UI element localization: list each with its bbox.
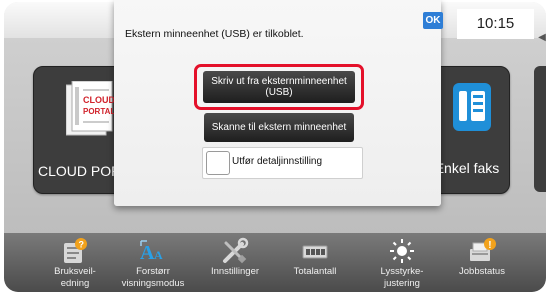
bottom-nav-item[interactable]: ! Jobbstatus [442,237,522,292]
cloud-logo-line2: PORTAL [83,107,115,116]
cloud-logo-line1: CLOUD [83,95,115,105]
bottom-nav-label: Forstørr visningsmodus [121,266,185,289]
bottom-nav-label: Bruksveil- edning [54,266,96,289]
bottom-nav-label: Innstillinger [210,266,260,277]
print-from-usb-label: Skriv ut fra eksternminneenhet (USB) [211,76,347,98]
detail-setting-label: Utfør detaljinnstilling [232,156,323,167]
device-screen: CLOUD PORTAL CLOUD POR Enkel faks ▶ [0,0,550,297]
cloud-portal-label: CLOUD POR [38,163,122,179]
bottom-nav-bar: ? Bruksveil- edning A A Forstørr visningsmod… [4,233,546,292]
tools-icon [220,237,250,265]
detail-setting-checkbox[interactable] [206,151,230,175]
bottom-nav-item[interactable]: Innstillinger [195,237,275,292]
svg-text:A: A [154,248,163,262]
dialog-message: Ekstern minneenhet (USB) er tilkoblet. [125,28,304,40]
print-from-usb-button[interactable]: Skriv ut fra eksternminneenhet (USB) [203,71,355,103]
bottom-nav-label: Lysstyrke- justering [380,266,424,289]
ok-button[interactable]: OK [423,12,443,29]
clock: 10:15 [457,9,534,39]
svg-text:!: ! [488,240,491,251]
bottom-nav-label: Totalantall [293,266,337,277]
scan-to-usb-label: Skanne til ekstern minneenhet [211,122,347,133]
next-page-tile-edge [534,66,546,192]
magnify-text-icon: AA [138,237,168,265]
counter-icon [300,237,330,265]
bottom-nav-item[interactable]: Lysstyrke- justering [362,237,442,292]
cloud-portal-icon: CLOUD PORTAL [66,81,115,136]
detail-setting-option[interactable]: Utfør detaljinnstilling [202,147,363,179]
side-panel-tab-icon[interactable]: ◀ [534,28,550,48]
bottom-nav-item[interactable]: A A Forstørr visningsmodus [113,237,193,292]
usb-connected-dialog: Ekstern minneenhet (USB) er tilkoblet. O… [114,0,443,206]
brightness-icon [387,237,417,265]
svg-text:?: ? [79,240,85,250]
fax-icon [453,83,491,131]
bottom-nav-label: Jobbstatus [459,266,505,277]
bottom-nav-item[interactable]: ? Bruksveil- edning [35,237,115,292]
print-from-usb-highlight: Skriv ut fra eksternminneenhet (USB) [194,64,364,110]
bottom-nav-item[interactable]: Totalantall [275,237,355,292]
svg-text:A: A [140,242,155,264]
scan-to-usb-button[interactable]: Skanne til ekstern minneenhet [204,113,354,142]
job-status-icon: ! [467,237,497,265]
manual-icon: ? [60,237,90,265]
